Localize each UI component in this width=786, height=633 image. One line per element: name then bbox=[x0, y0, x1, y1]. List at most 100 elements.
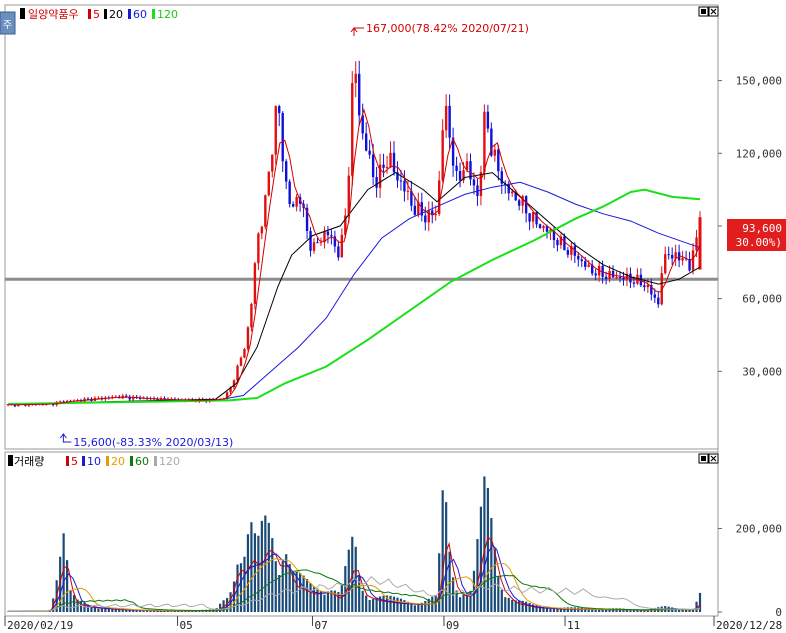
volume-bar bbox=[594, 609, 597, 612]
volume-bar bbox=[417, 604, 420, 612]
volume-bar bbox=[243, 556, 246, 612]
candle-body bbox=[448, 105, 451, 138]
volume-bar bbox=[458, 597, 462, 612]
volume-bar bbox=[490, 518, 493, 612]
volume-bar bbox=[316, 588, 319, 612]
candle-body bbox=[455, 165, 458, 171]
candle-body bbox=[358, 73, 361, 116]
volume-bar bbox=[389, 595, 392, 612]
price-tick-label: 30,000 bbox=[742, 365, 782, 378]
candle-body bbox=[657, 297, 660, 305]
volume-panel-maximize-icon[interactable] bbox=[698, 453, 709, 464]
candle-body bbox=[594, 273, 597, 276]
vol-ma-legend-label-10: 10 bbox=[87, 455, 101, 468]
candle-body bbox=[667, 254, 670, 256]
candle-body bbox=[608, 270, 611, 279]
volume-bar bbox=[372, 598, 375, 612]
high-annotation-label: 167,000(78.42% 2020/07/21) bbox=[366, 22, 529, 35]
price-panel-maximize-icon[interactable] bbox=[698, 6, 709, 17]
volume-bar bbox=[302, 575, 305, 612]
vol-ma-legend-swatch bbox=[66, 456, 69, 466]
candle-body bbox=[125, 395, 128, 397]
candle-body bbox=[337, 246, 340, 258]
candle-body bbox=[664, 254, 667, 274]
current-price-box: 93,600 ( 30.00%) bbox=[722, 219, 786, 251]
volume-title-label: 거래량 bbox=[14, 455, 44, 468]
volume-bar bbox=[396, 597, 399, 612]
svg-text:주: 주 bbox=[3, 20, 12, 31]
volume-bar bbox=[410, 603, 413, 612]
volume-bar bbox=[100, 608, 103, 612]
volume-bar bbox=[462, 594, 465, 612]
volume-bar bbox=[580, 607, 583, 612]
volume-panel-close-icon[interactable] bbox=[708, 453, 719, 464]
vol-ma-legend-label-5: 5 bbox=[71, 455, 78, 468]
volume-bar bbox=[413, 605, 416, 612]
candle-body bbox=[403, 180, 406, 192]
volume-bar bbox=[93, 607, 97, 612]
volume-bar bbox=[518, 600, 521, 612]
volume-bar bbox=[525, 601, 528, 612]
candle-body bbox=[371, 154, 375, 178]
candle-body bbox=[427, 210, 430, 223]
candle-body bbox=[246, 327, 250, 350]
candle-body bbox=[257, 233, 260, 264]
volume-panel bbox=[4, 451, 719, 617]
volume-bar bbox=[549, 608, 552, 612]
panel-toggle-icon[interactable]: 주 bbox=[0, 11, 16, 35]
ma-legend-label-60: 60 bbox=[133, 8, 147, 21]
candle-body bbox=[566, 250, 570, 255]
volume-bar bbox=[476, 539, 479, 612]
price-panel-close-icon[interactable] bbox=[708, 6, 719, 17]
candle-body bbox=[312, 242, 316, 251]
volume-bar bbox=[445, 502, 448, 612]
price-tick-label: 120,000 bbox=[736, 147, 782, 160]
candle-body bbox=[389, 152, 392, 167]
price-panel bbox=[4, 4, 719, 450]
candle-body bbox=[611, 270, 615, 278]
candle-body bbox=[382, 164, 385, 168]
candle-body bbox=[243, 349, 246, 358]
candle-body bbox=[580, 259, 583, 262]
candle-body bbox=[695, 237, 698, 251]
candle-body bbox=[351, 83, 354, 176]
price-tick-label: 150,000 bbox=[736, 75, 782, 88]
candle-body bbox=[587, 264, 590, 267]
volume-bar bbox=[368, 600, 371, 612]
volume-bar bbox=[271, 538, 274, 612]
volume-bar bbox=[72, 595, 76, 612]
stock-chart: 주 일양약품우 5 20 60 120 거래량 5 10 20 60 120 150,000 1… bbox=[0, 4, 786, 632]
date-tick-label: 09 bbox=[446, 619, 459, 632]
candle-body bbox=[542, 226, 545, 229]
candle-body bbox=[577, 255, 580, 260]
candle-body bbox=[497, 149, 500, 172]
volume-bar bbox=[392, 596, 396, 612]
volume-bar bbox=[483, 476, 486, 612]
candle-body bbox=[424, 215, 427, 223]
volume-bar bbox=[299, 573, 302, 612]
candle-body bbox=[531, 212, 535, 222]
candle-body bbox=[375, 177, 378, 188]
candle-body bbox=[271, 154, 274, 172]
candle-body bbox=[538, 224, 542, 229]
ma-legend-swatch bbox=[152, 9, 155, 19]
volume-bar bbox=[79, 601, 83, 612]
candle-body bbox=[646, 285, 650, 288]
volume-bar bbox=[399, 598, 403, 612]
candle-body bbox=[278, 106, 281, 113]
date-tick-label: 05 bbox=[180, 619, 193, 632]
volume-bar bbox=[326, 591, 330, 612]
vol-ma-legend-label-60: 60 bbox=[135, 455, 149, 468]
ma-legend-label-5: 5 bbox=[93, 8, 100, 21]
volume-bar bbox=[267, 522, 270, 612]
candle-body bbox=[364, 133, 368, 151]
candle-body bbox=[236, 365, 239, 381]
candle-body bbox=[267, 171, 271, 196]
candle-body bbox=[486, 111, 490, 129]
volume-bar bbox=[528, 602, 531, 612]
vol-ma-legend-swatch bbox=[130, 456, 133, 466]
volume-bar bbox=[566, 607, 569, 612]
volume-bar bbox=[281, 561, 284, 612]
candle-body bbox=[319, 242, 323, 244]
candle-body bbox=[340, 234, 344, 258]
